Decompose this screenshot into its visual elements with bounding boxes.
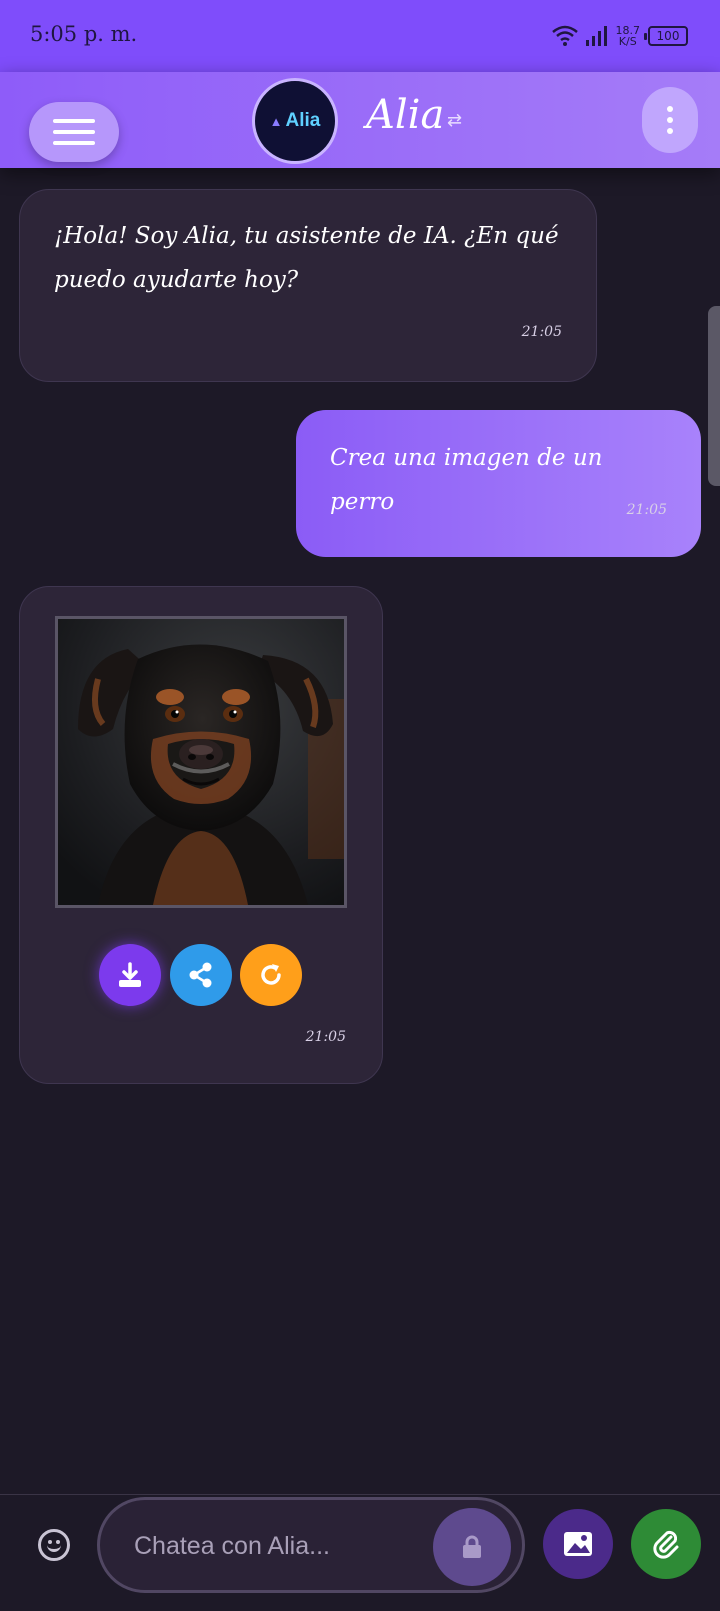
logo-mark-icon: ▲	[269, 113, 283, 129]
more-options-button[interactable]	[642, 87, 698, 153]
dog-image	[58, 619, 344, 905]
more-dot	[667, 128, 673, 134]
swap-icon[interactable]: ⇄	[447, 110, 462, 131]
hamburger-line	[53, 141, 95, 145]
user-message: Crea una imagen de un perro 21:05	[296, 410, 701, 557]
battery-icon: 100	[644, 26, 688, 46]
app-logo[interactable]: ▲ Alia	[252, 78, 338, 164]
message-time: 21:05	[626, 502, 667, 518]
paperclip-icon	[653, 1530, 679, 1559]
share-button[interactable]	[170, 944, 232, 1006]
app-header: ▲ Alia Alia ⇄	[0, 72, 720, 168]
generated-image[interactable]	[55, 616, 347, 908]
composer-bar	[0, 1494, 720, 1611]
status-bar: 5:05 p. m. 18.7 K/S 100	[0, 0, 720, 72]
image-icon	[564, 1532, 592, 1556]
message-time: 21:05	[521, 324, 562, 340]
status-time: 5:05 p. m.	[30, 22, 138, 46]
menu-button[interactable]	[29, 102, 119, 162]
more-dot	[667, 117, 673, 123]
net-speed-unit: K/S	[618, 35, 637, 48]
smile-icon	[47, 1542, 61, 1552]
chat-input[interactable]	[134, 1522, 424, 1570]
message-text: ¡Hola! Soy Alia, tu asistente de IA. ¿En…	[54, 223, 559, 293]
assistant-image-message: 21:05	[19, 586, 383, 1084]
regenerate-button[interactable]	[240, 944, 302, 1006]
hamburger-line	[53, 130, 95, 134]
emoji-button[interactable]	[38, 1529, 70, 1561]
attach-button[interactable]	[631, 1509, 701, 1579]
download-button[interactable]	[99, 944, 161, 1006]
battery-level: 100	[656, 29, 680, 43]
download-icon	[119, 962, 141, 987]
share-icon	[189, 962, 212, 988]
refresh-icon	[261, 964, 281, 985]
side-drawer-handle[interactable]	[708, 306, 720, 486]
lock-icon	[463, 1535, 481, 1558]
logo-text: Alia	[285, 110, 321, 131]
more-vert-icon	[667, 106, 673, 112]
status-icons: 18.7 K/S 100	[551, 22, 688, 50]
lock-button[interactable]	[433, 1508, 511, 1586]
net-speed: 18.7 K/S	[616, 25, 641, 47]
assistant-message: ¡Hola! Soy Alia, tu asistente de IA. ¿En…	[19, 189, 597, 382]
hamburger-icon	[53, 119, 95, 123]
message-text: Crea una imagen de un perro	[330, 445, 603, 515]
chat-input-container	[97, 1497, 525, 1593]
signal-icon	[585, 26, 607, 46]
image-generate-button[interactable]	[543, 1509, 613, 1579]
wifi-icon	[551, 25, 578, 46]
message-time: 21:05	[305, 1029, 346, 1045]
app-title: Alia	[366, 92, 445, 138]
